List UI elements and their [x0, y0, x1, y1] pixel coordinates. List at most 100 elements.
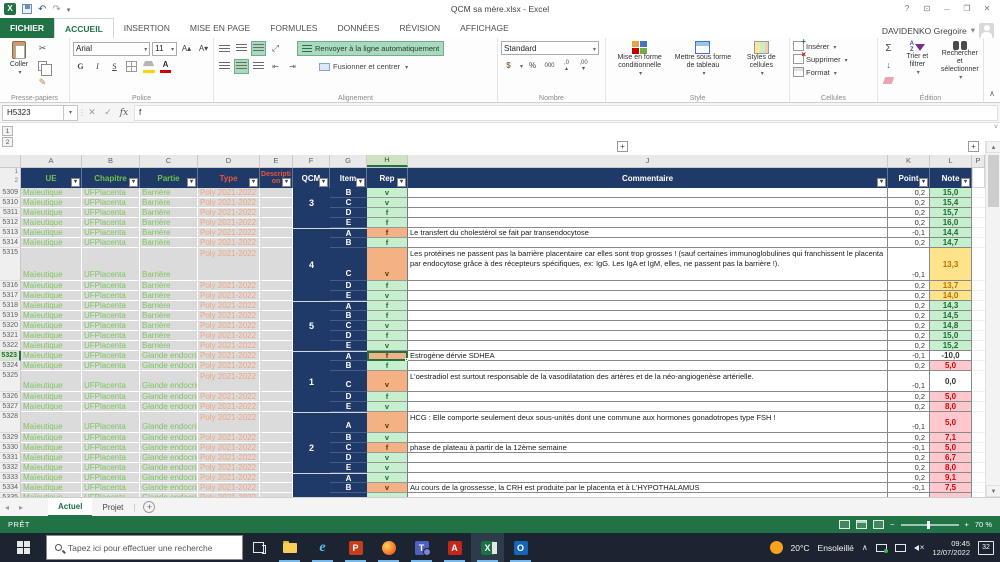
format-as-table-button[interactable]: Mettre sous forme de tableau: [672, 41, 733, 91]
cell-description[interactable]: [260, 483, 293, 493]
cell-empty-p[interactable]: [972, 351, 985, 361]
cell-note[interactable]: 15,0: [930, 188, 972, 198]
cell-rep[interactable]: v: [367, 291, 408, 301]
fill-handle[interactable]: [405, 358, 408, 361]
cell-partie[interactable]: Barrière: [140, 198, 198, 208]
help-button[interactable]: [898, 2, 916, 16]
cell-chapitre[interactable]: UFPlacenta: [82, 483, 140, 493]
cell-ue[interactable]: Maïeutique: [21, 291, 82, 301]
row-number[interactable]: 5309: [0, 188, 21, 198]
find-select-button[interactable]: Rechercher et sélectionner: [939, 41, 981, 91]
row-number[interactable]: 5331: [0, 453, 21, 463]
row-number[interactable]: 5330: [0, 443, 21, 453]
cell-note[interactable]: 6,7: [930, 453, 972, 463]
cell-type[interactable]: Poly 2021-2022: [198, 281, 260, 291]
tab-fichier[interactable]: FICHIER: [0, 18, 54, 38]
filter-icon[interactable]: [249, 178, 258, 187]
font-name-select[interactable]: Arial: [73, 41, 151, 56]
weather-desc[interactable]: Ensoleillé: [818, 543, 854, 553]
cell-empty-p[interactable]: [972, 463, 985, 473]
cell-commentaire[interactable]: [408, 238, 888, 248]
cell-type[interactable]: Poly 2021-2022: [198, 402, 260, 412]
cell-partie[interactable]: Glande endocrine: [140, 433, 198, 443]
cell-note[interactable]: 13,3: [930, 248, 972, 281]
name-box-dropdown-icon[interactable]: [64, 104, 78, 121]
start-button[interactable]: [0, 533, 46, 562]
cell-rep[interactable]: f: [367, 311, 408, 321]
cell-commentaire[interactable]: [408, 453, 888, 463]
cell-note[interactable]: 5,0: [930, 361, 972, 371]
cell-chapitre[interactable]: UFPlacenta: [82, 281, 140, 291]
copy-icon[interactable]: [38, 60, 52, 76]
cell-chapitre[interactable]: UFPlacenta: [82, 311, 140, 321]
cell-description[interactable]: [260, 341, 293, 351]
cell-note[interactable]: 5,0: [930, 443, 972, 453]
normal-view-icon[interactable]: [839, 520, 851, 529]
cell-commentaire[interactable]: [408, 473, 888, 483]
cell-commentaire[interactable]: [408, 311, 888, 321]
taskbar-teams-button[interactable]: T: [405, 533, 438, 562]
cell-qcm[interactable]: [293, 483, 330, 493]
cell-partie[interactable]: Barrière: [140, 331, 198, 341]
cell-qcm[interactable]: 5: [293, 321, 330, 331]
header-chapitre[interactable]: Chapitre: [82, 168, 140, 188]
cell-rep[interactable]: v: [367, 188, 408, 198]
cell-description[interactable]: [260, 218, 293, 228]
page-break-view-icon[interactable]: [873, 520, 885, 529]
cell-type[interactable]: Poly 2021-2022: [198, 473, 260, 483]
cell-point[interactable]: 0,2: [888, 301, 930, 311]
cell-qcm[interactable]: [293, 301, 330, 311]
column-group-expand-right-icon[interactable]: [968, 141, 979, 152]
cell-ue[interactable]: Maïeutique: [21, 341, 82, 351]
cell-ue[interactable]: Maïeutique: [21, 321, 82, 331]
row-number[interactable]: 5333: [0, 473, 21, 483]
cell-item[interactable]: E: [330, 341, 367, 351]
cell-type[interactable]: Poly 2021-2022: [198, 392, 260, 402]
zoom-out-icon[interactable]: [890, 520, 894, 529]
cell-type[interactable]: Poly 2021-2022: [198, 238, 260, 248]
filter-icon[interactable]: [356, 178, 365, 187]
cell-empty-p[interactable]: [972, 301, 985, 311]
cell-type[interactable]: Poly 2021-2022: [198, 371, 260, 392]
cell-type[interactable]: Poly 2021-2022: [198, 453, 260, 463]
cell-commentaire[interactable]: [408, 301, 888, 311]
format-cells-button[interactable]: Format: [793, 67, 875, 77]
cell-ue[interactable]: Maïeutique: [21, 483, 82, 493]
cell-ue[interactable]: Maïeutique: [21, 433, 82, 443]
cell-partie[interactable]: Glande endocrine: [140, 412, 198, 433]
cell-partie[interactable]: Glande endocrine: [140, 371, 198, 392]
cell-empty-p[interactable]: [972, 188, 985, 198]
cell-empty-p[interactable]: [972, 208, 985, 218]
cell-type[interactable]: Poly 2021-2022: [198, 208, 260, 218]
zoom-in-icon[interactable]: [965, 520, 969, 529]
cell-partie[interactable]: Glande endocrine: [140, 463, 198, 473]
cell-description[interactable]: [260, 402, 293, 412]
align-left-icon[interactable]: [217, 59, 232, 74]
cell-item[interactable]: D: [330, 281, 367, 291]
underline-button[interactable]: S: [107, 59, 122, 74]
row-number[interactable]: 5318: [0, 301, 21, 311]
qat-customize-icon[interactable]: [67, 5, 71, 14]
cell-commentaire[interactable]: [408, 392, 888, 402]
cell-empty-p[interactable]: [972, 453, 985, 463]
cell-point[interactable]: 0,2: [888, 311, 930, 321]
cell-ue[interactable]: Maïeutique: [21, 248, 82, 281]
collapse-ribbon-icon[interactable]: [984, 38, 1000, 102]
cell-rep[interactable]: v: [367, 412, 408, 433]
cell-chapitre[interactable]: UFPlacenta: [82, 208, 140, 218]
column-header-c[interactable]: C: [140, 155, 198, 167]
cell-rep[interactable]: f: [367, 443, 408, 453]
cell-item[interactable]: D: [330, 331, 367, 341]
cell-ue[interactable]: Maïeutique: [21, 311, 82, 321]
cell-description[interactable]: [260, 371, 293, 392]
cell-item[interactable]: B: [330, 361, 367, 371]
cell-partie[interactable]: Glande endocrine: [140, 443, 198, 453]
cell-commentaire[interactable]: [408, 331, 888, 341]
cell-type[interactable]: Poly 2021-2022: [198, 412, 260, 433]
paste-button[interactable]: Coller: [3, 41, 35, 90]
taskbar-ie-button[interactable]: e: [306, 533, 339, 562]
cell-item[interactable]: D: [330, 208, 367, 218]
cell-ue[interactable]: Maïeutique: [21, 228, 82, 238]
cell-item[interactable]: C: [330, 198, 367, 208]
cell-chapitre[interactable]: UFPlacenta: [82, 463, 140, 473]
